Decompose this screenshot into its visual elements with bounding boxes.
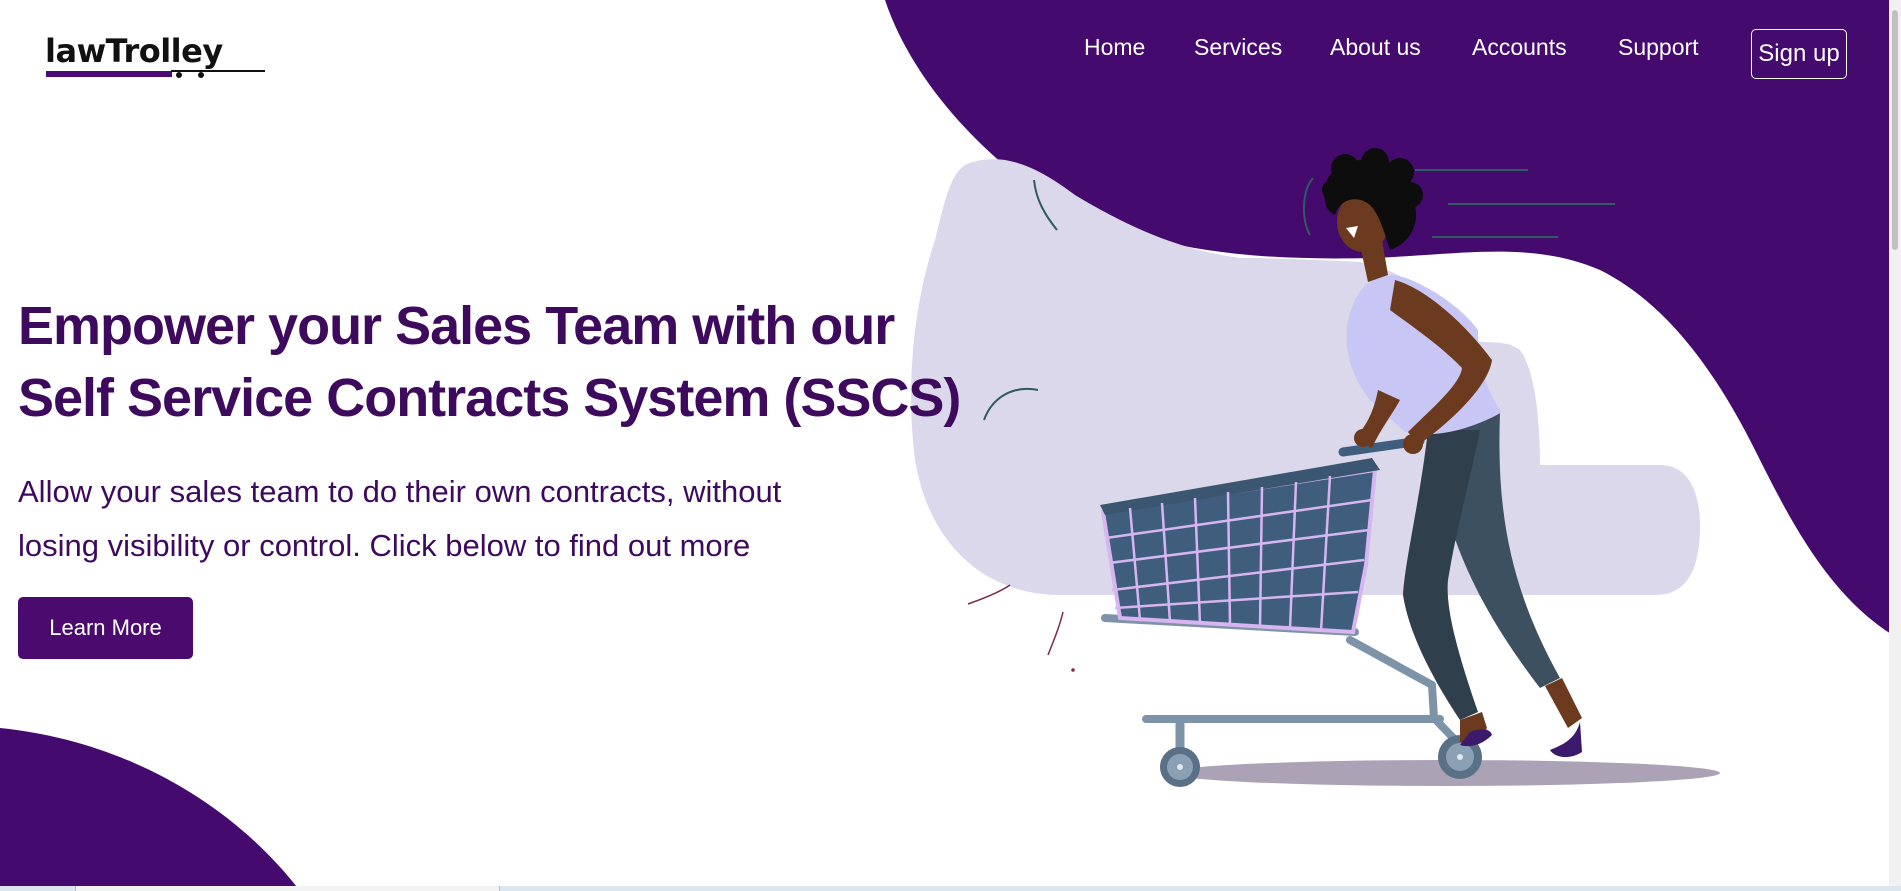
cart <box>1101 614 1464 763</box>
nav-about-us[interactable]: About us <box>1330 34 1421 61</box>
scrollbar-thumb[interactable] <box>1892 10 1898 250</box>
signup-button[interactable]: Sign up <box>1751 29 1847 79</box>
purple-blob-bottom-left <box>0 728 300 891</box>
vertical-scrollbar[interactable] <box>1889 0 1901 891</box>
hero-subtitle-line: Allow your sales team to do their own co… <box>18 474 782 509</box>
hero-title: Empower your Sales Team with our Self Se… <box>18 290 968 434</box>
hero-subtitle-line: losing visibility or control. Click belo… <box>18 528 751 563</box>
logo-wheel-dot <box>198 72 204 78</box>
hero-title-line: Self Service Contracts System (SSCS) <box>18 368 961 428</box>
hero-illustration <box>0 0 1901 891</box>
logo-wheel-dot <box>176 72 182 78</box>
learn-more-button[interactable]: Learn More <box>18 597 193 659</box>
hero-subtitle: Allow your sales team to do their own co… <box>18 465 898 573</box>
nav-home[interactable]: Home <box>1084 34 1145 61</box>
nav-services[interactable]: Services <box>1194 34 1282 61</box>
page: lawTrolley Home Services About us Accoun… <box>0 0 1901 891</box>
nav-accounts[interactable]: Accounts <box>1472 34 1567 61</box>
hero-title-line: Empower your Sales Team with our <box>18 296 895 356</box>
logo-text: lawTrolley <box>45 32 223 70</box>
logo-cart-line <box>171 70 265 72</box>
nav-support[interactable]: Support <box>1618 34 1699 61</box>
bottom-tab <box>75 886 500 891</box>
speed-marks <box>967 584 1075 672</box>
logo[interactable]: lawTrolley <box>45 32 265 82</box>
logo-underline <box>46 71 172 77</box>
